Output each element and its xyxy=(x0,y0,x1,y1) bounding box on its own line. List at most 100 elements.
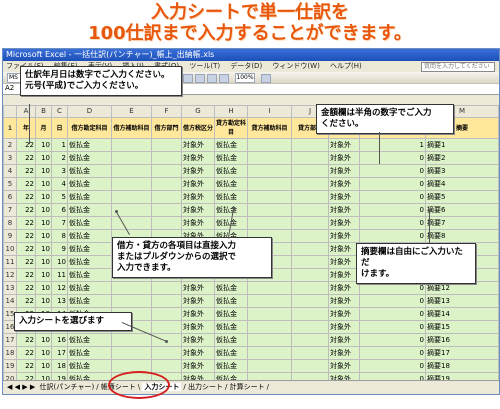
cell-day[interactable]: 5 xyxy=(51,190,68,204)
cell-credit-dept[interactable] xyxy=(291,216,329,230)
cell-credit-dept[interactable] xyxy=(291,229,329,243)
cell-debit-tax[interactable]: 対象外 xyxy=(181,164,215,178)
row-number[interactable]: 1 xyxy=(3,117,17,139)
cell-debit-sub[interactable] xyxy=(111,333,152,347)
field-header[interactable]: 借方勘定科目 xyxy=(67,117,112,139)
cell-day[interactable]: 2 xyxy=(51,151,68,165)
cell-debit-tax[interactable]: 対象外 xyxy=(181,177,215,191)
cell-month[interactable]: 10 xyxy=(35,151,52,165)
cell-debit-dept[interactable] xyxy=(151,190,182,204)
cell-debit-dept[interactable] xyxy=(151,281,182,295)
cell-credit-dept[interactable] xyxy=(291,320,329,334)
cell-debit-account[interactable]: 仮払金 xyxy=(67,229,112,243)
cell-day[interactable]: 1 xyxy=(51,138,68,152)
cell-credit-dept[interactable] xyxy=(291,346,329,360)
cell-credit-tax[interactable]: 対象外 xyxy=(328,320,360,334)
cell-credit-tax[interactable]: 対象外 xyxy=(328,164,360,178)
column-header[interactable]: C xyxy=(51,105,68,118)
cell-credit-dept[interactable] xyxy=(291,177,329,191)
field-header[interactable]: 貸方補助科目 xyxy=(247,117,292,139)
cell-year[interactable]: 22 xyxy=(16,229,36,243)
cell-debit-dept[interactable] xyxy=(151,151,182,165)
cell-debit-tax[interactable]: 対象外 xyxy=(181,151,215,165)
row-number[interactable]: 11 xyxy=(3,255,17,269)
cell-month[interactable]: 10 xyxy=(35,164,52,178)
cell-memo[interactable]: 摘要4 xyxy=(425,177,499,191)
cell-credit-sub[interactable] xyxy=(247,138,292,152)
cell-day[interactable]: 6 xyxy=(51,203,68,217)
cell-credit-dept[interactable] xyxy=(291,333,329,347)
cell-credit-sub[interactable] xyxy=(247,346,292,360)
field-header[interactable]: 年 xyxy=(16,117,36,139)
cell-amount[interactable]: 0 xyxy=(359,229,426,243)
cell-year[interactable]: 22 xyxy=(16,255,36,269)
cell-year[interactable]: 22 xyxy=(16,333,36,347)
cell-credit-sub[interactable] xyxy=(247,359,292,373)
cell-debit-sub[interactable] xyxy=(111,164,152,178)
cell-credit-sub[interactable] xyxy=(247,177,292,191)
cell-year[interactable]: 22 xyxy=(16,294,36,308)
cell-credit-sub[interactable] xyxy=(247,294,292,308)
column-header[interactable]: G xyxy=(181,105,215,118)
row-number[interactable]: 10 xyxy=(3,242,17,256)
row-number[interactable]: 3 xyxy=(3,151,17,165)
cell-amount[interactable]: 0 xyxy=(359,320,426,334)
cell-debit-tax[interactable]: 対象外 xyxy=(181,307,215,321)
cell-debit-tax[interactable]: 対象外 xyxy=(181,190,215,204)
cell-credit-sub[interactable] xyxy=(247,333,292,347)
cell-debit-sub[interactable] xyxy=(111,138,152,152)
cell-amount[interactable]: 0 xyxy=(359,164,426,178)
cell-debit-tax[interactable]: 対象外 xyxy=(181,333,215,347)
cell-debit-account[interactable]: 仮払金 xyxy=(67,294,112,308)
cell-debit-dept[interactable] xyxy=(151,307,182,321)
cell-credit-tax[interactable]: 対象外 xyxy=(328,203,360,217)
cell-debit-dept[interactable] xyxy=(151,346,182,360)
cell-year[interactable]: 22 xyxy=(16,164,36,178)
cell-credit-dept[interactable] xyxy=(291,151,329,165)
cell-credit-tax[interactable]: 対象外 xyxy=(328,281,360,295)
cell-credit-account[interactable]: 仮払金 xyxy=(214,190,248,204)
cell-credit-sub[interactable] xyxy=(247,190,292,204)
cell-debit-sub[interactable] xyxy=(111,190,152,204)
cell-credit-tax[interactable]: 対象外 xyxy=(328,242,360,256)
cell-month[interactable]: 10 xyxy=(35,359,52,373)
cell-memo[interactable]: 摘要15 xyxy=(425,320,499,334)
cell-day[interactable]: 12 xyxy=(51,281,68,295)
help-search-input[interactable]: 質問を入力してください xyxy=(421,62,495,72)
cell-year[interactable]: 22 xyxy=(16,177,36,191)
cell-credit-tax[interactable]: 対象外 xyxy=(328,190,360,204)
row-number[interactable]: 13 xyxy=(3,281,17,295)
cell-credit-dept[interactable] xyxy=(291,203,329,217)
column-header[interactable]: A xyxy=(16,105,36,118)
tab-punch[interactable]: 仕訳(パンチャー) xyxy=(39,383,94,391)
row-number[interactable]: 18 xyxy=(3,346,17,360)
cell-credit-tax[interactable]: 対象外 xyxy=(328,268,360,282)
cell-month[interactable]: 10 xyxy=(35,242,52,256)
cell-amount[interactable]: 0 xyxy=(359,177,426,191)
cell-credit-dept[interactable] xyxy=(291,242,329,256)
cell-month[interactable]: 10 xyxy=(35,333,52,347)
cell-amount[interactable]: 0 xyxy=(359,216,426,230)
cell-debit-dept[interactable] xyxy=(151,177,182,191)
cell-month[interactable]: 10 xyxy=(35,294,52,308)
cell-debit-tax[interactable]: 対象外 xyxy=(181,203,215,217)
cell-memo[interactable]: 摘要17 xyxy=(425,346,499,360)
row-number[interactable]: 2 xyxy=(3,138,17,152)
cell-debit-account[interactable]: 仮払金 xyxy=(67,242,112,256)
cell-amount[interactable]: 0 xyxy=(359,294,426,308)
cell-credit-account[interactable]: 仮払金 xyxy=(214,333,248,347)
cell-credit-dept[interactable] xyxy=(291,255,329,269)
cell-debit-account[interactable]: 仮払金 xyxy=(67,151,112,165)
cell-memo[interactable]: 摘要7 xyxy=(425,216,499,230)
cell-debit-sub[interactable] xyxy=(111,281,152,295)
cell-credit-sub[interactable] xyxy=(247,203,292,217)
cell-credit-sub[interactable] xyxy=(247,151,292,165)
cell-debit-account[interactable]: 仮払金 xyxy=(67,203,112,217)
cell-memo[interactable]: 摘要13 xyxy=(425,294,499,308)
help-icon[interactable] xyxy=(261,74,271,83)
cell-month[interactable]: 10 xyxy=(35,138,52,152)
menu-tools[interactable]: ツール(T) xyxy=(189,62,220,70)
cell-year[interactable]: 22 xyxy=(16,359,36,373)
cell-debit-account[interactable]: 仮払金 xyxy=(67,268,112,282)
cell-year[interactable]: 22 xyxy=(16,281,36,295)
